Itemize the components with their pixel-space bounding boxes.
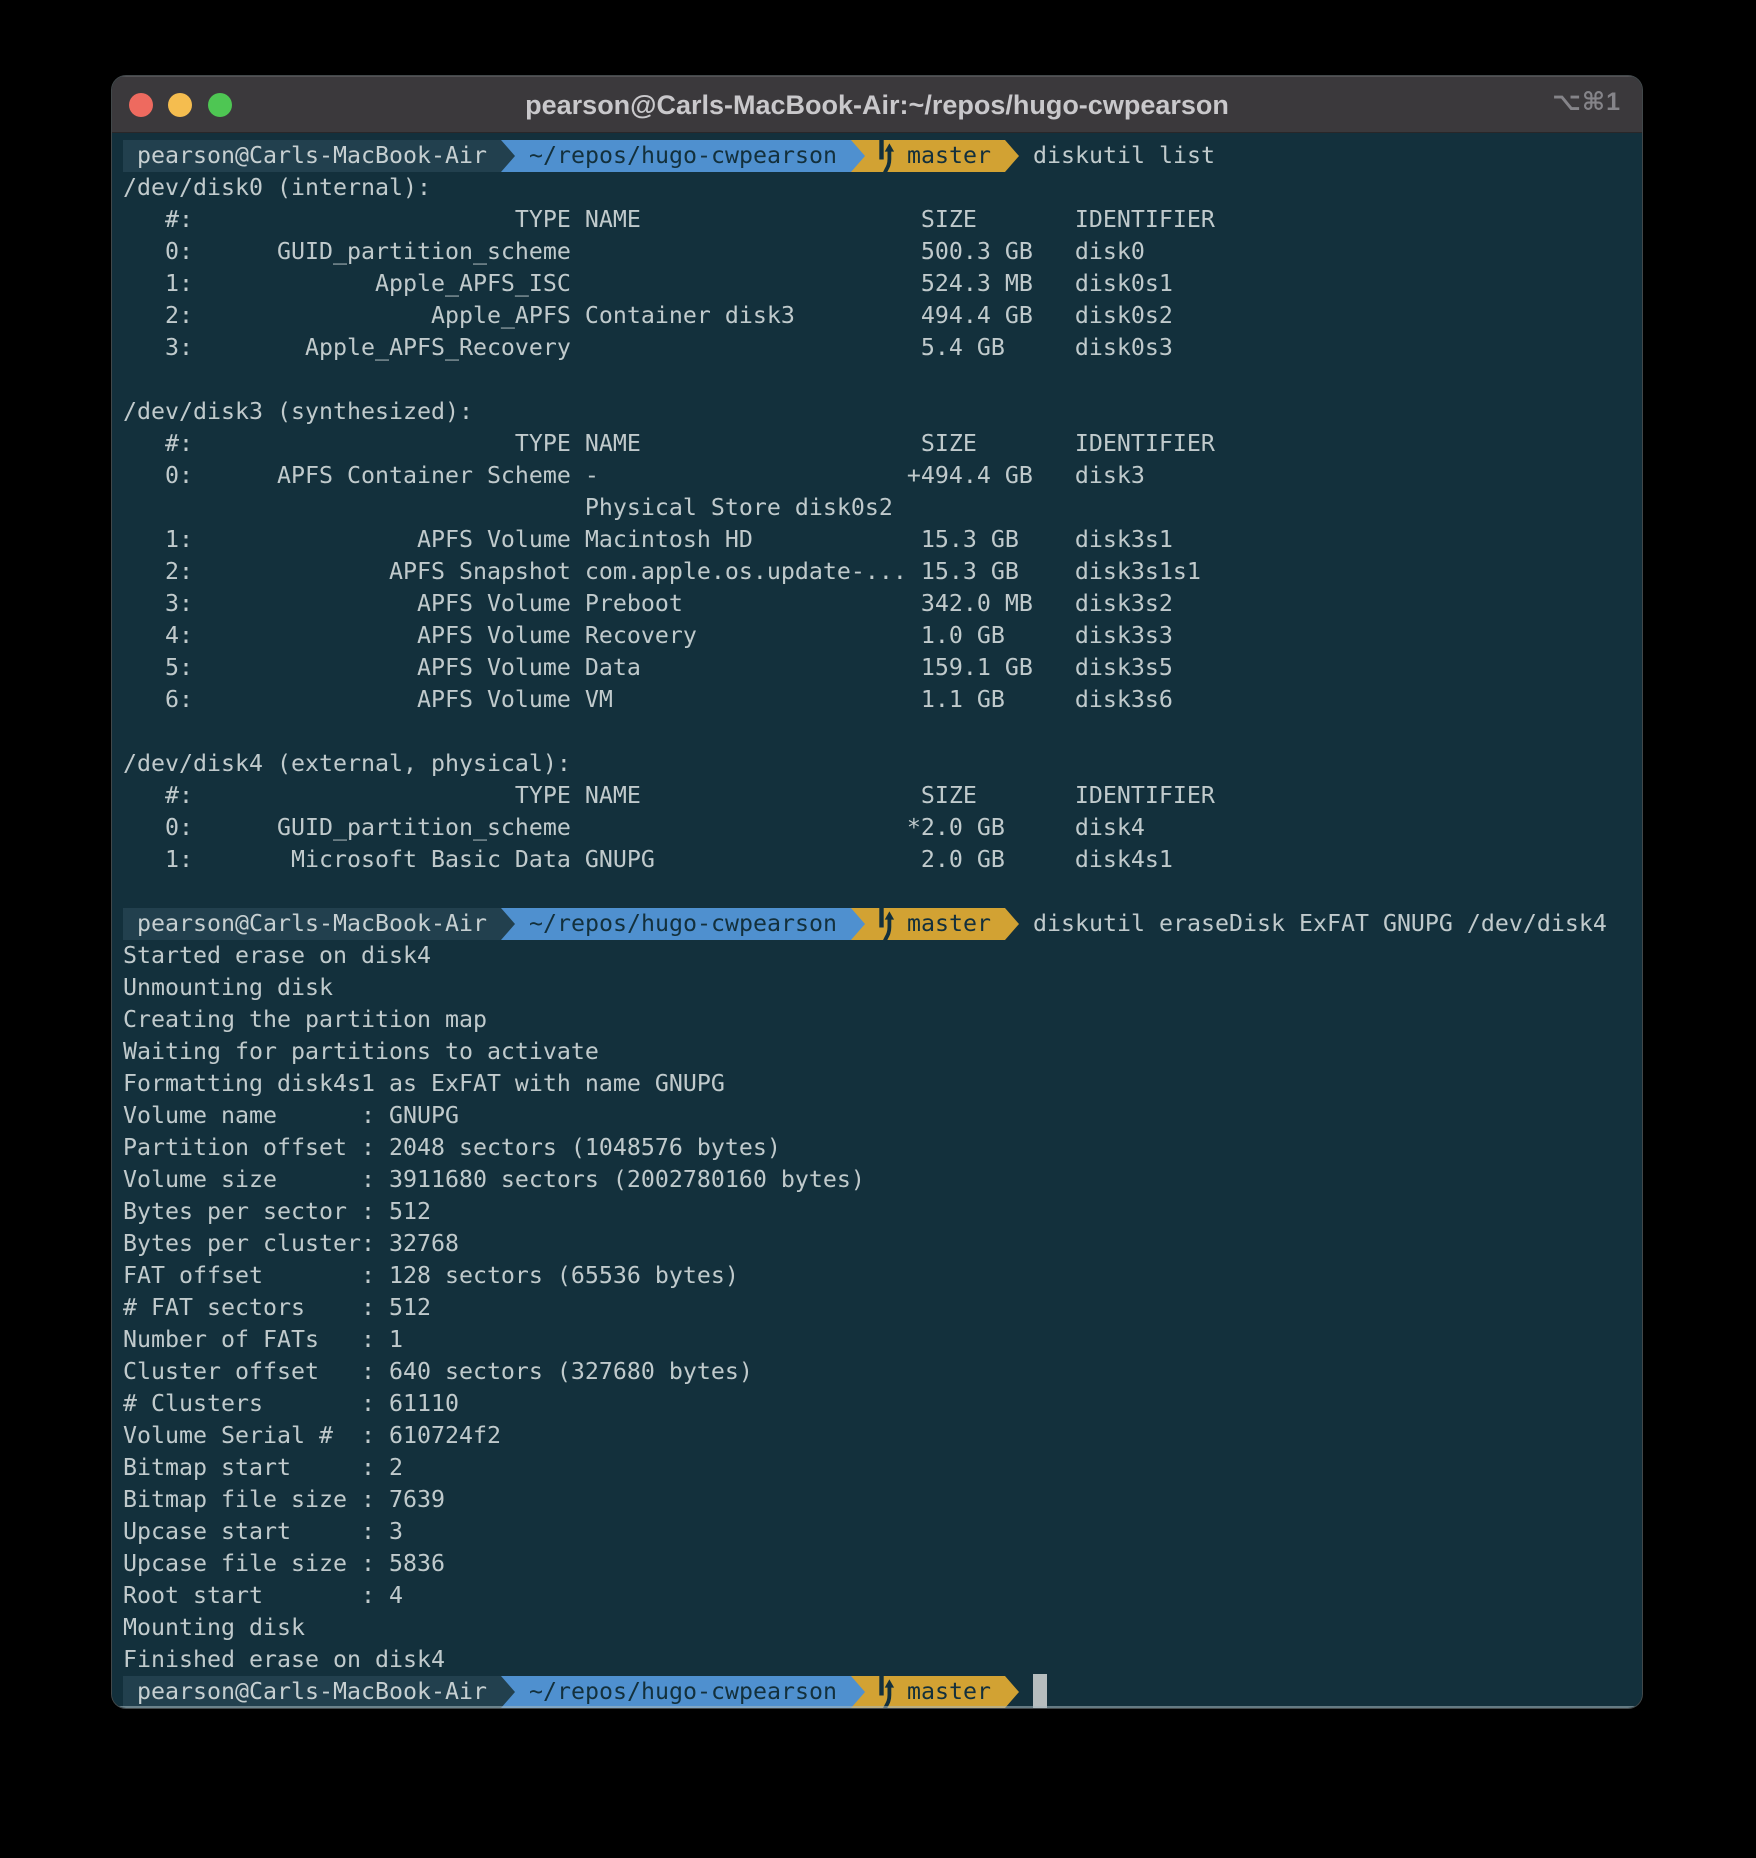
desktop: { "window": { "title": "pearson@Carls-Ma…: [0, 0, 1756, 1858]
powerline-arrow-icon: [1005, 1676, 1019, 1708]
powerline-arrow-icon: [501, 1676, 515, 1708]
terminal-line: Cluster offset : 640 sectors (327680 byt…: [123, 1356, 1215, 1388]
terminal-line: Bytes per sector : 512: [123, 1196, 1215, 1228]
powerline-arrow-icon: [501, 140, 515, 172]
terminal-lines: pearson@Carls-MacBook-Air ~/repos/hugo-c…: [123, 140, 1215, 1708]
terminal-line: 1: Microsoft Basic Data GNUPG 2.0 GB dis…: [123, 844, 1215, 876]
terminal-line: #: TYPE NAME SIZE IDENTIFIER: [123, 204, 1215, 236]
powerline-arrow-icon: [851, 1676, 865, 1708]
terminal-line: # FAT sectors : 512: [123, 1292, 1215, 1324]
terminal-line: FAT offset : 128 sectors (65536 bytes): [123, 1260, 1215, 1292]
prompt-line: pearson@Carls-MacBook-Air ~/repos/hugo-c…: [123, 140, 1215, 172]
prompt-line: pearson@Carls-MacBook-Air ~/repos/hugo-c…: [123, 908, 1215, 940]
terminal-line: #: TYPE NAME SIZE IDENTIFIER: [123, 780, 1215, 812]
terminal-line: Volume Serial # : 610724f2: [123, 1420, 1215, 1452]
terminal-line: #: TYPE NAME SIZE IDENTIFIER: [123, 428, 1215, 460]
command-text: diskutil eraseDisk ExFAT GNUPG /dev/disk…: [1033, 908, 1607, 940]
window-bottom-edge: [112, 1706, 1642, 1708]
terminal-line: [123, 876, 1215, 908]
prompt-cwd: ~/repos/hugo-cwpearson: [501, 908, 851, 940]
prompt-cwd: ~/repos/hugo-cwpearson: [501, 140, 851, 172]
terminal-line: Bitmap file size : 7639: [123, 1484, 1215, 1516]
prompt-git-branch: master: [851, 140, 1005, 172]
prompt-git-branch: master: [851, 1676, 1005, 1708]
terminal-line: 0: GUID_partition_scheme 500.3 GB disk0: [123, 236, 1215, 268]
window-title: pearson@Carls-MacBook-Air:~/repos/hugo-c…: [112, 76, 1642, 133]
terminal-line: Bytes per cluster: 32768: [123, 1228, 1215, 1260]
powerline-arrow-icon: [501, 908, 515, 940]
terminal-line: /dev/disk4 (external, physical):: [123, 748, 1215, 780]
terminal-cursor: [1033, 1674, 1047, 1709]
terminal-line: Upcase start : 3: [123, 1516, 1215, 1548]
prompt-line: pearson@Carls-MacBook-Air ~/repos/hugo-c…: [123, 1676, 1215, 1708]
terminal-line: Started erase on disk4: [123, 940, 1215, 972]
powerline-arrow-icon: [851, 908, 865, 940]
terminal-line: 3: APFS Volume Preboot 342.0 MB disk3s2: [123, 588, 1215, 620]
prompt-cwd: ~/repos/hugo-cwpearson: [501, 1676, 851, 1708]
terminal-line: Partition offset : 2048 sectors (1048576…: [123, 1132, 1215, 1164]
terminal-line: Unmounting disk: [123, 972, 1215, 1004]
powerline-arrow-icon: [1005, 908, 1019, 940]
terminal-line: Formatting disk4s1 as ExFAT with name GN…: [123, 1068, 1215, 1100]
terminal-line: /dev/disk3 (synthesized):: [123, 396, 1215, 428]
terminal-line: Finished erase on disk4: [123, 1644, 1215, 1676]
powerline-arrow-icon: [1005, 140, 1019, 172]
terminal-line: Volume name : GNUPG: [123, 1100, 1215, 1132]
prompt-user-host: pearson@Carls-MacBook-Air: [123, 140, 501, 172]
terminal-screen[interactable]: pearson@Carls-MacBook-Air ~/repos/hugo-c…: [112, 133, 1642, 1708]
powerline-arrow-icon: [851, 140, 865, 172]
terminal-line: # Clusters : 61110: [123, 1388, 1215, 1420]
terminal-line: Root start : 4: [123, 1580, 1215, 1612]
terminal-line: 5: APFS Volume Data 159.1 GB disk3s5: [123, 652, 1215, 684]
prompt-user-host: pearson@Carls-MacBook-Air: [123, 1676, 501, 1708]
terminal-line: Upcase file size : 5836: [123, 1548, 1215, 1580]
terminal-line: 1: Apple_APFS_ISC 524.3 MB disk0s1: [123, 268, 1215, 300]
prompt-git-branch: master: [851, 908, 1005, 940]
terminal-line: [123, 716, 1215, 748]
terminal-line: [123, 364, 1215, 396]
terminal-line: 0: APFS Container Scheme - +494.4 GB dis…: [123, 460, 1215, 492]
tab-shortcut-label: ⌥⌘1: [1552, 76, 1621, 133]
terminal-line: 0: GUID_partition_scheme *2.0 GB disk4: [123, 812, 1215, 844]
git-branch-icon: [879, 1676, 893, 1708]
terminal-line: 4: APFS Volume Recovery 1.0 GB disk3s3: [123, 620, 1215, 652]
terminal-line: 3: Apple_APFS_Recovery 5.4 GB disk0s3: [123, 332, 1215, 364]
terminal-line: 1: APFS Volume Macintosh HD 15.3 GB disk…: [123, 524, 1215, 556]
terminal-line: Physical Store disk0s2: [123, 492, 1215, 524]
terminal-window: pearson@Carls-MacBook-Air:~/repos/hugo-c…: [112, 76, 1642, 1708]
terminal-line: Mounting disk: [123, 1612, 1215, 1644]
terminal-line: Volume size : 3911680 sectors (200278016…: [123, 1164, 1215, 1196]
terminal-line: /dev/disk0 (internal):: [123, 172, 1215, 204]
prompt-user-host: pearson@Carls-MacBook-Air: [123, 908, 501, 940]
terminal-line: 2: Apple_APFS Container disk3 494.4 GB d…: [123, 300, 1215, 332]
terminal-line: 2: APFS Snapshot com.apple.os.update-...…: [123, 556, 1215, 588]
terminal-line: Creating the partition map: [123, 1004, 1215, 1036]
window-titlebar[interactable]: pearson@Carls-MacBook-Air:~/repos/hugo-c…: [112, 76, 1642, 133]
command-text: diskutil list: [1033, 140, 1215, 172]
terminal-line: 6: APFS Volume VM 1.1 GB disk3s6: [123, 684, 1215, 716]
terminal-line: Bitmap start : 2: [123, 1452, 1215, 1484]
terminal-line: Number of FATs : 1: [123, 1324, 1215, 1356]
terminal-line: Waiting for partitions to activate: [123, 1036, 1215, 1068]
